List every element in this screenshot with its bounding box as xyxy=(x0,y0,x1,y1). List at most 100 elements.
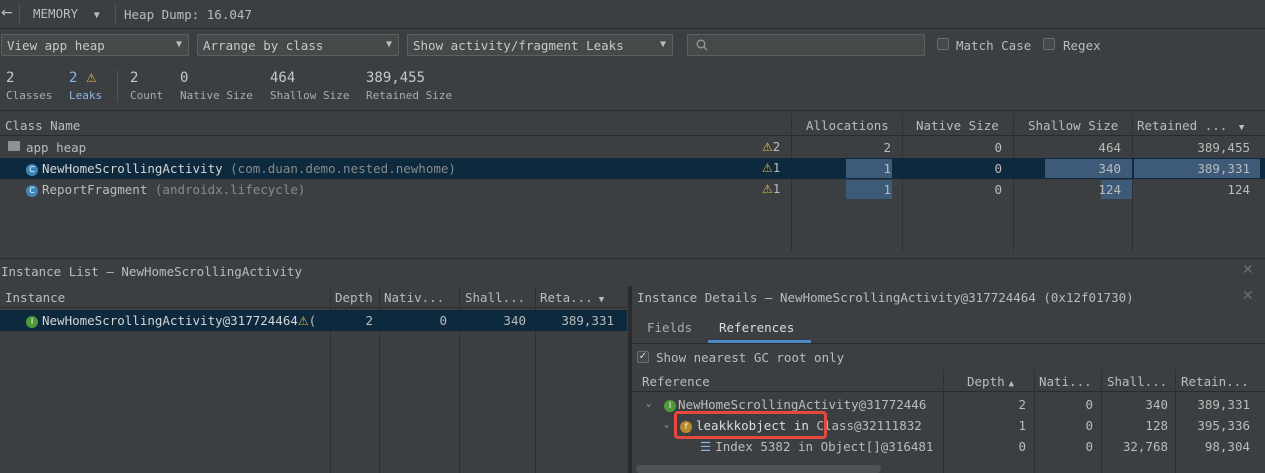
col-class-name[interactable]: Class Name xyxy=(5,118,80,133)
chevron-down-icon: ▼ xyxy=(659,39,666,50)
leak-count: ⚠1 xyxy=(762,181,780,196)
close-icon[interactable]: ✕ xyxy=(1242,288,1254,304)
sort-asc-icon: ▲ xyxy=(1008,379,1015,389)
leak-count: ⚠2 xyxy=(762,139,780,154)
search-icon xyxy=(696,39,708,51)
col-allocations[interactable]: Allocations xyxy=(806,118,889,133)
leak-count-value: 1 xyxy=(772,160,781,175)
gc-root-label: Show nearest GC root only xyxy=(656,350,845,365)
leaks-select[interactable]: Show activity/fragment Leaks ▼ xyxy=(407,34,673,56)
tab-fields[interactable]: Fields xyxy=(647,320,692,335)
back-icon[interactable]: ← xyxy=(1,5,13,21)
col-retained-size[interactable]: Retained ... ▼ xyxy=(1137,118,1244,133)
col-retained-label: Retained ... xyxy=(1137,118,1228,133)
stat-leaks-label[interactable]: Leaks xyxy=(69,89,102,102)
divider xyxy=(0,110,1265,111)
warning-icon: ⚠ xyxy=(762,182,773,196)
stat-count-value: 2 xyxy=(130,70,139,86)
profiler-dropdown[interactable]: MEMORY ▼ xyxy=(33,6,100,21)
instance-row[interactable]: I NewHomeScrollingActivity@317724464⚠( 2 … xyxy=(0,310,627,331)
arrange-select-value: Arrange by class xyxy=(203,38,324,53)
stat-leaks-number: 2 xyxy=(69,70,78,86)
gc-root-checkbox[interactable]: ✓ xyxy=(637,351,649,363)
col-shallow[interactable]: Shall... xyxy=(465,290,525,305)
allocations: 2 xyxy=(883,140,891,155)
shallow-size: 340 xyxy=(1098,161,1121,176)
table-row[interactable]: C NewHomeScrollingActivity (com.duan.demo… xyxy=(0,158,1265,179)
tab-references[interactable]: References xyxy=(719,320,794,335)
heap-select-value: View app heap xyxy=(7,38,105,53)
leak-count-value: 1 xyxy=(772,181,781,196)
col-retained[interactable]: Reta... ▼ xyxy=(540,290,604,305)
shallow-size: 340 xyxy=(503,313,526,328)
arrange-select[interactable]: Arrange by class ▼ xyxy=(197,34,399,56)
reference-owner: Class@32111832 xyxy=(816,418,922,433)
shallow-size: 32,768 xyxy=(1122,439,1168,454)
heap-dump-title: Heap Dump: 16.047 xyxy=(124,7,252,22)
depth: 2 xyxy=(1018,397,1026,412)
stat-shallow-label: Shallow Size xyxy=(270,89,350,102)
col-native[interactable]: Nativ... xyxy=(384,290,444,305)
col-retained[interactable]: Retain... xyxy=(1181,374,1249,389)
col-retained-label: Reta... xyxy=(540,290,593,305)
chevron-down-icon[interactable]: ⌄ xyxy=(646,399,651,409)
col-shallow[interactable]: Shall... xyxy=(1107,374,1167,389)
divider xyxy=(19,4,20,24)
reference-name: NewHomeScrollingActivity@31772446 xyxy=(678,397,927,412)
col-native[interactable]: Nati... xyxy=(1039,374,1092,389)
retained-size: 389,455 xyxy=(1197,140,1250,155)
stat-classes-label: Classes xyxy=(6,89,53,102)
heap-select[interactable]: View app heap ▼ xyxy=(1,34,189,56)
instance-name-cell: I NewHomeScrollingActivity@317724464⚠( xyxy=(26,313,328,328)
horizontal-scrollbar[interactable] xyxy=(636,465,881,473)
stat-retained-label: Retained Size xyxy=(366,89,453,102)
leak-count-value: 2 xyxy=(772,139,781,154)
warning-icon: ⚠ xyxy=(762,140,773,154)
table-row[interactable]: app heap ⚠2 2 0 464 389,455 xyxy=(0,137,1265,158)
highlight-box xyxy=(674,411,827,439)
warning-icon: ⚠ xyxy=(762,161,773,175)
reference-row[interactable]: ☰ Index 5382 in Object[]@316481 0 0 32,76… xyxy=(632,436,1265,457)
chevron-down-icon: ▼ xyxy=(175,39,182,50)
chevron-down-icon[interactable]: ⌄ xyxy=(664,420,669,430)
profiler-label: MEMORY xyxy=(33,6,79,21)
col-native-size[interactable]: Native Size xyxy=(916,118,999,133)
top-toolbar: ← MEMORY ▼ Heap Dump: 16.047 xyxy=(0,0,1265,29)
class-name-cell: C NewHomeScrollingActivity (com.duan.demo… xyxy=(26,161,456,176)
native-size: 0 xyxy=(1085,397,1093,412)
warning-icon: ⚠ xyxy=(85,71,97,85)
native-size: 0 xyxy=(439,313,447,328)
table-row[interactable]: C ReportFragment (androidx.lifecycle) ⚠1 … xyxy=(0,179,1265,200)
search-input[interactable] xyxy=(687,34,925,56)
depth: 1 xyxy=(1018,418,1026,433)
class-package: (com.duan.demo.nested.newhome) xyxy=(230,161,456,176)
stat-native-value: 0 xyxy=(180,70,189,86)
class-icon: C xyxy=(26,164,38,176)
instance-list-header: Instance Depth Nativ... Shall... Reta...… xyxy=(0,286,627,308)
instance-list-title: Instance List – NewHomeScrollingActivity xyxy=(1,264,303,279)
retained-size: 395,336 xyxy=(1197,418,1250,433)
col-reference[interactable]: Reference xyxy=(642,374,710,389)
col-depth[interactable]: Depth xyxy=(335,290,373,305)
shallow-size: 464 xyxy=(1098,140,1121,155)
retained-size: 124 xyxy=(1227,182,1250,197)
stat-leaks-value[interactable]: 2 ⚠ xyxy=(69,70,97,86)
chevron-down-icon: ▼ xyxy=(385,39,392,50)
native-size: 0 xyxy=(1085,439,1093,454)
reference-name-cell: ☰ Index 5382 in Object[]@316481 xyxy=(700,439,945,454)
sort-desc-icon: ▼ xyxy=(598,295,605,305)
native-size: 0 xyxy=(994,140,1002,155)
regex-checkbox[interactable] xyxy=(1043,38,1055,50)
col-shallow-size[interactable]: Shallow Size xyxy=(1028,118,1118,133)
col-depth-label: Depth xyxy=(967,374,1005,389)
instance-icon: I xyxy=(664,400,676,412)
retained-size: 98,304 xyxy=(1204,439,1250,454)
col-instance[interactable]: Instance xyxy=(5,290,65,305)
regex-label: Regex xyxy=(1063,38,1101,53)
sort-desc-icon: ▼ xyxy=(1238,123,1245,133)
match-case-checkbox[interactable] xyxy=(937,38,949,50)
stat-shallow-value: 464 xyxy=(270,70,296,86)
close-icon[interactable]: ✕ xyxy=(1242,262,1254,278)
divider xyxy=(117,70,118,102)
col-depth[interactable]: Depth ▲ xyxy=(967,374,1014,389)
